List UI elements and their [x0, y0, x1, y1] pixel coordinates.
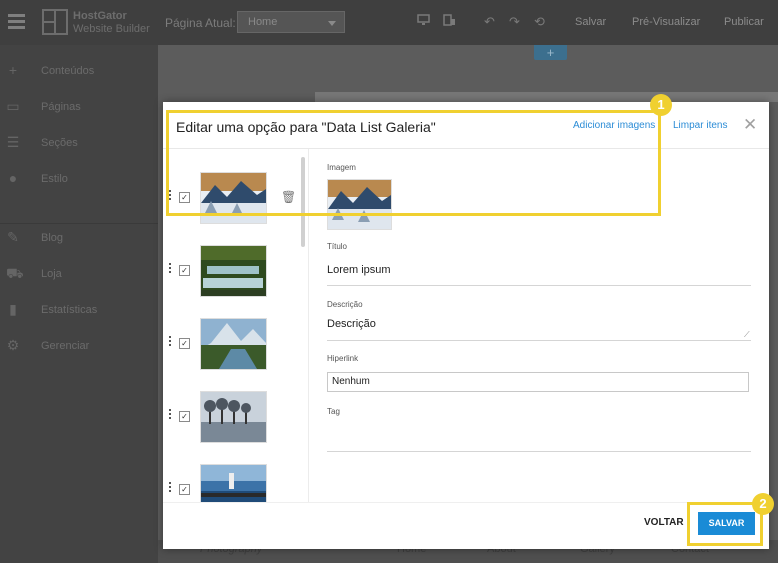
pages-icon: ▭ — [6, 98, 20, 114]
step-badge-1: 1 — [650, 94, 672, 116]
sidebar-item-label: Loja — [41, 268, 62, 280]
sidebar-item-estilo[interactable]: ● Estilo — [0, 163, 158, 199]
history-icon[interactable]: ⟲ — [534, 14, 545, 30]
drag-handle-icon[interactable] — [169, 263, 172, 275]
item-thumbnail-mountain-river[interactable] — [200, 318, 267, 370]
resize-handle-icon[interactable]: ⟋ — [744, 330, 750, 340]
sidebar-item-paginas[interactable]: ▭ Páginas — [0, 91, 158, 127]
close-icon[interactable]: ✕ — [743, 115, 757, 135]
item-thumbnail-pier-lighthouse[interactable] — [200, 464, 267, 502]
palette-icon: ● — [8, 170, 18, 186]
list-item[interactable]: ✓ — [163, 241, 308, 305]
sidebar-item-conteudos[interactable]: + Conteúdos — [0, 55, 158, 91]
item-thumbnail-winter-trees[interactable] — [200, 391, 267, 443]
item-checkbox[interactable]: ✓ — [179, 265, 190, 276]
step-badge-2: 2 — [752, 493, 774, 515]
drag-handle-icon[interactable] — [169, 409, 172, 421]
publish-button[interactable]: Publicar — [724, 16, 764, 28]
sidebar-item-secoes[interactable]: ☰ Seções — [0, 127, 158, 163]
item-thumbnail-waterfall[interactable] — [200, 245, 267, 297]
brand-subtitle: Website Builder — [73, 23, 150, 35]
left-sidebar: + Conteúdos ▭ Páginas ☰ Seções ● Estilo … — [0, 45, 158, 563]
sidebar-item-label: Seções — [41, 137, 78, 149]
drag-handle-icon[interactable] — [169, 336, 172, 348]
canvas-header-strip — [315, 92, 778, 102]
title-input[interactable]: Lorem ipsum — [327, 264, 391, 276]
plus-icon: + — [8, 62, 18, 78]
dialog-footer-divider — [163, 502, 769, 503]
current-page-value: Home — [248, 16, 278, 28]
list-item[interactable]: ✓ — [163, 314, 308, 378]
hyperlink-label: Hiperlink — [327, 354, 359, 363]
sidebar-item-blog[interactable]: ✎ Blog — [0, 222, 158, 258]
redo-icon[interactable]: ↷ — [509, 14, 520, 30]
list-item[interactable]: ✓ — [163, 460, 308, 502]
title-underline — [327, 285, 751, 286]
cart-icon: ⛟ — [6, 265, 24, 281]
description-textarea[interactable]: Descrição — [327, 318, 376, 330]
hostgator-logo — [42, 9, 68, 35]
tag-input[interactable] — [327, 451, 751, 452]
sidebar-item-label: Conteúdos — [41, 65, 95, 77]
preview-button[interactable]: Pré-Visualizar — [632, 16, 700, 28]
current-page-label: Página Atual: — [165, 16, 236, 30]
hamburger-menu-icon[interactable] — [8, 14, 25, 29]
tag-label: Tag — [327, 407, 340, 416]
desktop-view-icon[interactable] — [417, 14, 430, 29]
sidebar-item-label: Estilo — [41, 173, 68, 185]
save-button[interactable]: Salvar — [575, 16, 606, 28]
back-button[interactable]: VOLTAR — [644, 517, 684, 528]
item-checkbox[interactable]: ✓ — [179, 484, 190, 495]
hyperlink-input[interactable]: Nenhum — [327, 372, 749, 392]
chevron-down-icon — [328, 21, 336, 26]
title-label: Título — [327, 242, 348, 251]
highlight-box-header — [166, 110, 661, 216]
sidebar-item-estatisticas[interactable]: ▮ Estatísticas — [0, 294, 158, 330]
top-toolbar: HostGator Website Builder Página Atual: … — [0, 0, 778, 45]
sidebar-item-gerenciar[interactable]: ⚙ Gerenciar — [0, 330, 158, 366]
description-underline — [327, 340, 751, 341]
drag-handle-icon[interactable] — [169, 482, 172, 494]
list-item[interactable]: ✓ — [163, 387, 308, 451]
brand-name: HostGator — [73, 10, 127, 22]
gear-icon: ⚙ — [6, 337, 20, 353]
pencil-icon: ✎ — [7, 229, 19, 245]
add-section-button[interactable]: + — [534, 45, 567, 60]
undo-icon[interactable]: ↶ — [484, 14, 495, 30]
mobile-view-icon[interactable] — [443, 14, 456, 29]
item-checkbox[interactable]: ✓ — [179, 411, 190, 422]
description-label: Descrição — [327, 300, 363, 309]
highlight-box-save — [687, 502, 763, 546]
sidebar-item-label: Páginas — [41, 101, 81, 113]
sidebar-item-loja[interactable]: ⛟ Loja — [0, 258, 158, 294]
bar-chart-icon: ▮ — [9, 301, 17, 317]
current-page-select[interactable]: Home — [237, 11, 345, 33]
sidebar-item-label: Estatísticas — [41, 304, 98, 316]
sidebar-item-label: Gerenciar — [41, 340, 90, 352]
clear-items-link[interactable]: Limpar itens — [673, 120, 727, 131]
item-checkbox[interactable]: ✓ — [179, 338, 190, 349]
sidebar-item-label: Blog — [41, 232, 64, 244]
sections-icon: ☰ — [6, 134, 20, 150]
